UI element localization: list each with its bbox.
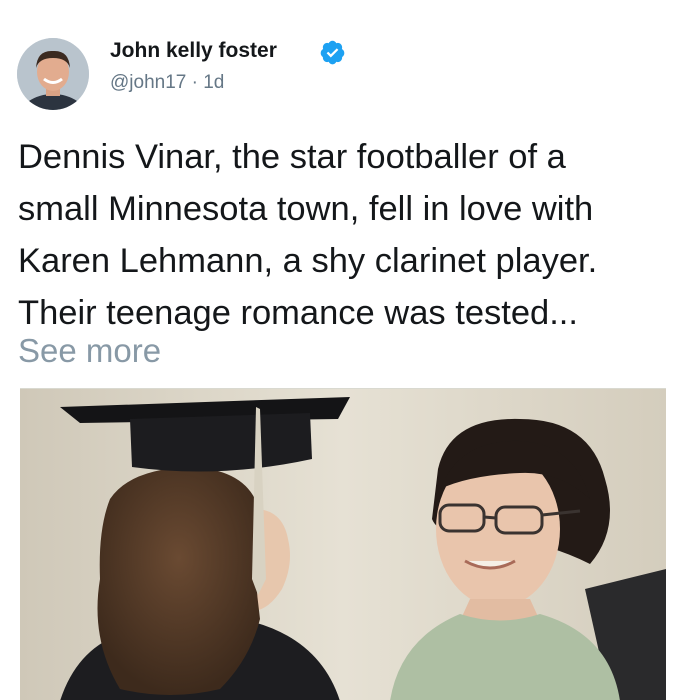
- author-handle[interactable]: @john17: [110, 72, 186, 93]
- tweet-photo[interactable]: [20, 388, 666, 700]
- tweet-text: Dennis Vinar, the star footballer of a s…: [18, 131, 688, 339]
- tweet-meta: @john17 · 1d: [110, 72, 224, 94]
- tweet-text-line: Dennis Vinar, the star footballer of a: [18, 138, 566, 176]
- meta-separator: ·: [191, 72, 198, 93]
- tweet-text-line: small Minnesota town, fell in love with: [18, 190, 594, 228]
- avatar[interactable]: [17, 38, 89, 110]
- author-name[interactable]: John kelly foster: [110, 39, 277, 63]
- tweet-card: John kelly foster @john17 · 1d Dennis Vi…: [0, 0, 700, 700]
- tweet-timestamp[interactable]: 1d: [203, 72, 224, 93]
- tweet-text-line: Karen Lehmann, a shy clarinet player.: [18, 242, 598, 280]
- see-more-link[interactable]: See more: [18, 325, 161, 377]
- verified-badge-icon: [320, 40, 345, 65]
